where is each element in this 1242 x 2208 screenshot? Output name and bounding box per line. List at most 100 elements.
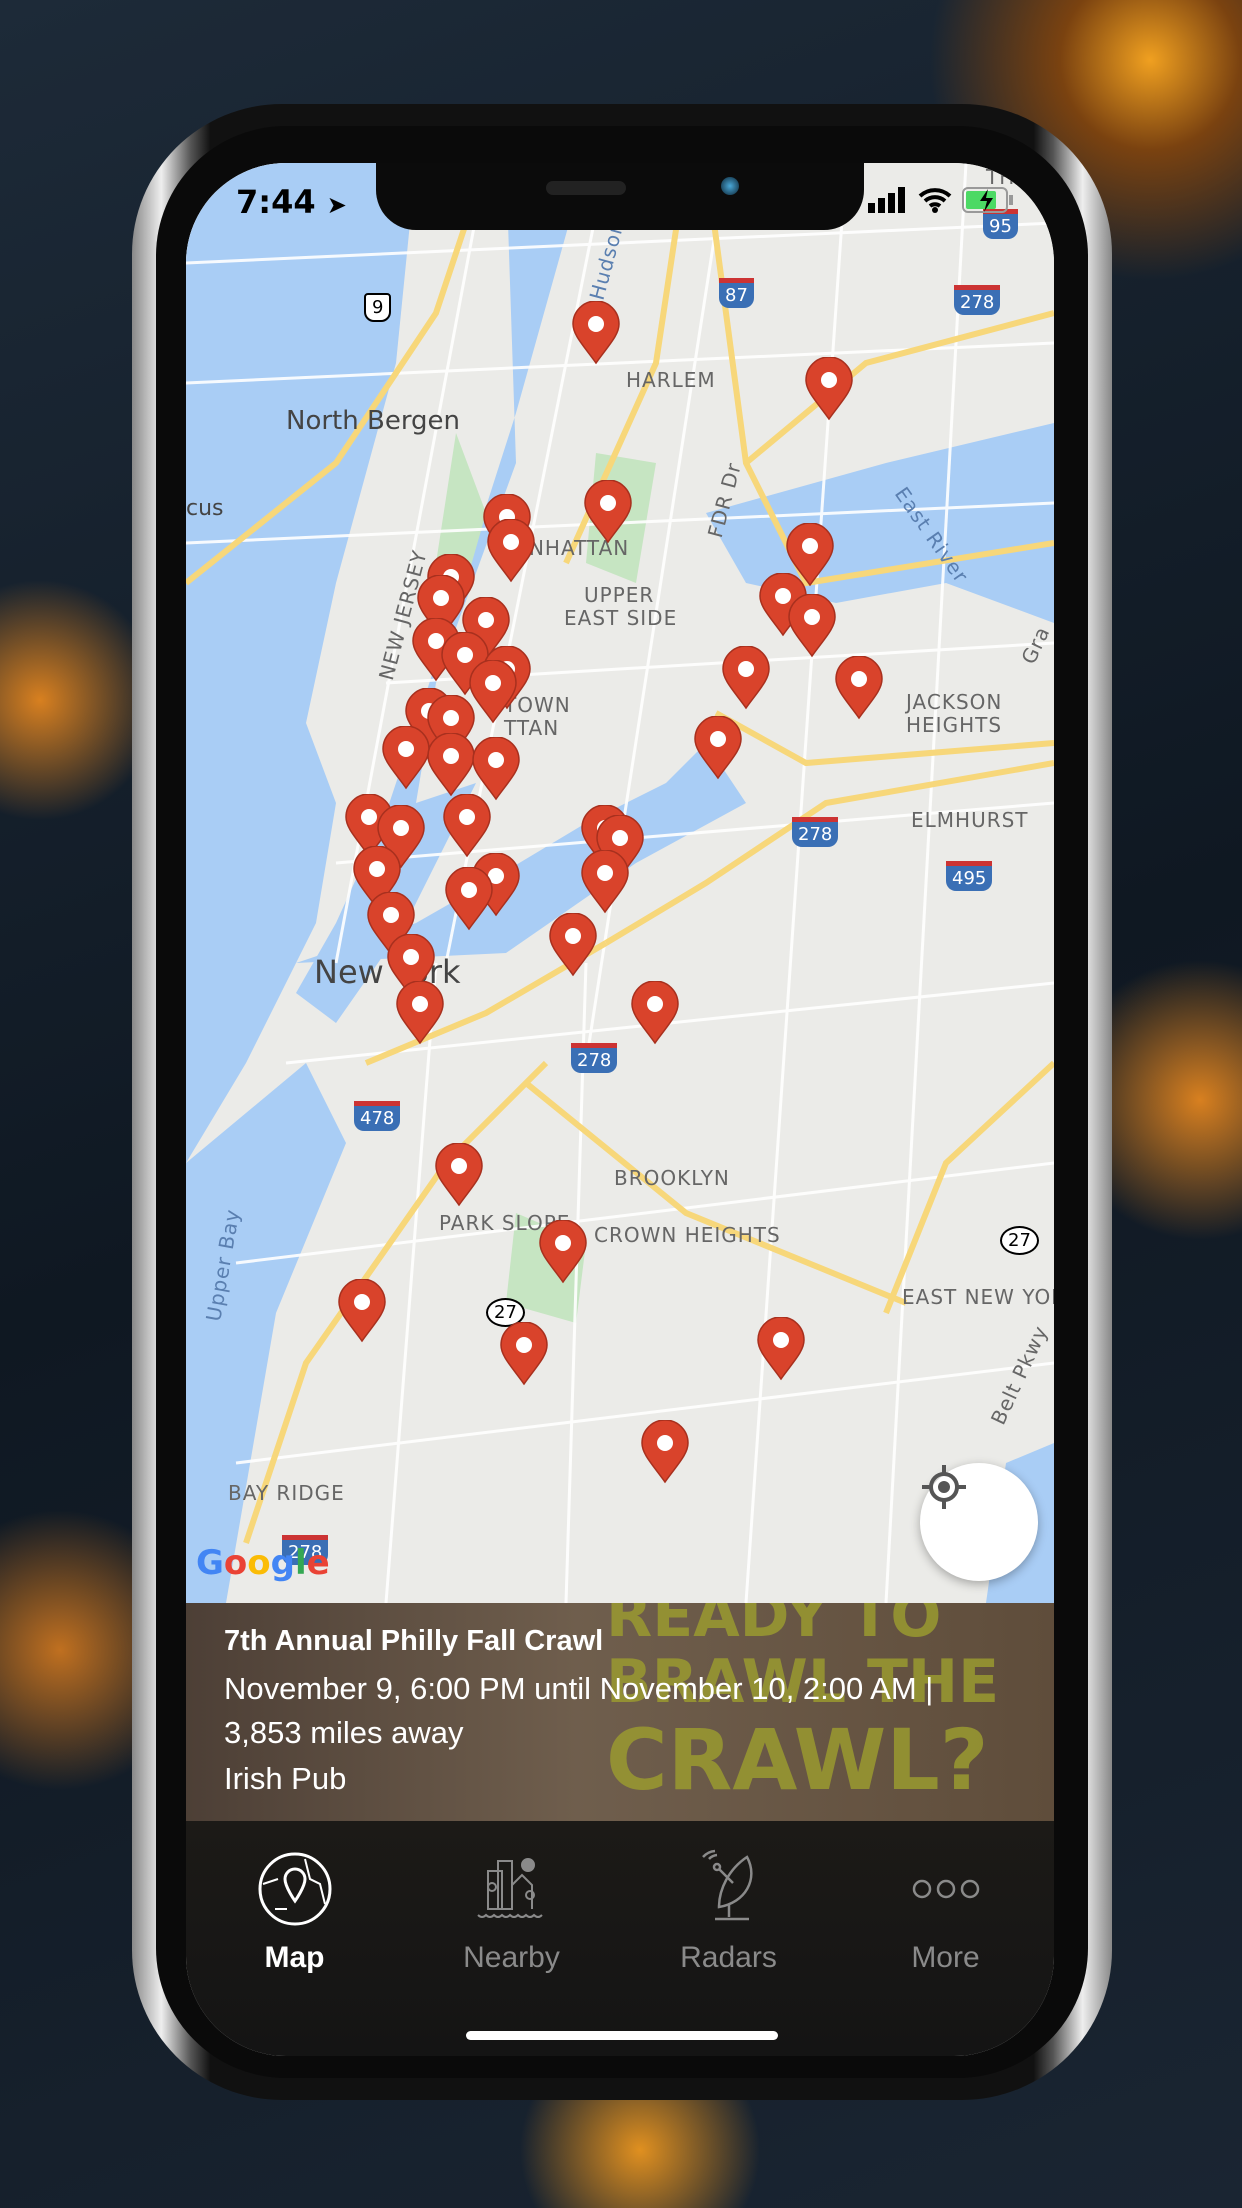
- map-pin-icon: [381, 726, 430, 790]
- map-pin[interactable]: [444, 866, 494, 931]
- map-pin-icon: [694, 716, 742, 780]
- map-pin-icon: [539, 1220, 587, 1284]
- shield-i87: 87: [719, 278, 754, 308]
- map-pin-globe-icon: [258, 1852, 331, 1926]
- wifi-icon: [918, 188, 952, 213]
- shield-i278-north: 278: [954, 285, 1001, 315]
- map-label-elmhurst: ELMHURST: [911, 808, 1029, 832]
- home-indicator[interactable]: [466, 2031, 778, 2040]
- map-pin[interactable]: [538, 1220, 588, 1284]
- tab-radars-label: Radars: [680, 1941, 777, 1974]
- event-card[interactable]: READY TO BRAWL THE CRAWL? 7th Annual Phill…: [186, 1603, 1054, 1821]
- map-pin[interactable]: [395, 980, 445, 1045]
- map-label-upper: UPPER: [584, 583, 655, 607]
- map-label-heights: HEIGHTS: [906, 713, 1003, 737]
- status-time: 7:44 ➤: [236, 183, 347, 221]
- banner-line-3: CRAWL?: [606, 1711, 989, 1809]
- map-pin-icon: [640, 1420, 689, 1484]
- map-pin-icon: [395, 980, 444, 1045]
- map-label-bay-ridge: BAY RIDGE: [228, 1481, 345, 1505]
- tab-more-label: More: [911, 1941, 980, 1974]
- map-pin-icon: [435, 1142, 483, 1207]
- banner-line-1: READY TO: [606, 1603, 942, 1651]
- map-pin[interactable]: [787, 593, 837, 658]
- battery-charging-icon: [962, 187, 1013, 213]
- map-pin-icon: [487, 519, 535, 583]
- map-view[interactable]: North Bergen HARLEM MANHATTAN UPPER EAST…: [186, 163, 1054, 1603]
- tab-map-label: Map: [264, 1941, 325, 1974]
- more-dots-icon: [912, 1879, 979, 1899]
- notch: [376, 163, 864, 230]
- map-pin-icon: [805, 357, 854, 421]
- time-text: 7:44: [236, 183, 316, 221]
- map-pin-icon: [788, 593, 837, 658]
- event-distance: 3,853 miles away: [224, 1715, 464, 1750]
- map-pin[interactable]: [834, 655, 884, 720]
- map-pin-icon: [426, 733, 475, 797]
- shield-us9: 9: [364, 293, 392, 322]
- map-pin[interactable]: [640, 1420, 690, 1484]
- google-logo: Google: [196, 1543, 330, 1583]
- map-pin[interactable]: [756, 1317, 806, 1381]
- shield-i495: 495: [946, 861, 993, 891]
- map-pin-icon: [571, 300, 620, 365]
- event-datetime: November 9, 6:00 PM until November 10, 2…: [224, 1671, 934, 1706]
- map-pin-icon: [471, 737, 520, 801]
- map-label-east-new-york: EAST NEW YOR: [902, 1285, 1054, 1309]
- map-pin[interactable]: [804, 357, 854, 421]
- tab-nearby-label: Nearby: [463, 1941, 560, 1974]
- map-pin-icon: [549, 913, 597, 977]
- map-pin-icon: [630, 980, 679, 1045]
- map-pin[interactable]: [337, 1279, 387, 1343]
- shield-ny27-east: 27: [1000, 1226, 1039, 1255]
- location-arrow-icon: ➤: [326, 191, 347, 219]
- map-label-north-bergen: North Bergen: [286, 406, 461, 436]
- map-pin-icon: [338, 1279, 386, 1343]
- map-pin-icon: [757, 1317, 806, 1381]
- map-pin-icon: [584, 479, 633, 543]
- map-pin[interactable]: [693, 716, 743, 780]
- map-label-cus: cus: [186, 496, 224, 521]
- tab-bar: Map Nearby Radars More: [186, 1821, 1054, 2056]
- map-pin[interactable]: [442, 793, 492, 858]
- shield-i95: 95: [983, 209, 1018, 239]
- map-pin[interactable]: [434, 1142, 484, 1207]
- map-pin[interactable]: [721, 645, 771, 710]
- map-pin-icon: [500, 1321, 548, 1385]
- event-title: 7th Annual Philly Fall Crawl: [224, 1625, 604, 1657]
- map-label-crown-heights: CROWN HEIGHTS: [594, 1223, 781, 1247]
- tab-map[interactable]: Map: [186, 1841, 403, 1981]
- map-pin[interactable]: [630, 980, 680, 1045]
- map-pin[interactable]: [471, 737, 521, 801]
- map-pin[interactable]: [580, 850, 630, 914]
- tab-radars[interactable]: Radars: [620, 1841, 837, 1981]
- map-pin-icon: [722, 645, 770, 710]
- map-label-brooklyn: BROOKLYN: [614, 1166, 730, 1190]
- map-label-jackson: JACKSON: [906, 690, 1003, 714]
- upper-bay: [186, 1063, 346, 1603]
- tab-nearby[interactable]: Nearby: [403, 1841, 620, 1981]
- map-pin-icon: [445, 866, 493, 931]
- map-pin[interactable]: [486, 519, 536, 583]
- map-pin-icon: [443, 793, 492, 857]
- map-pin[interactable]: [426, 733, 476, 797]
- map-pin[interactable]: [571, 300, 621, 365]
- map-pin[interactable]: [381, 726, 431, 790]
- city-buildings-icon: [476, 1858, 543, 1918]
- map-pin-icon: [835, 655, 883, 719]
- map-label-the: THE: [986, 165, 1029, 189]
- shield-i278-queens: 278: [792, 817, 839, 847]
- event-venue: Irish Pub: [224, 1761, 347, 1796]
- map-pin[interactable]: [499, 1321, 549, 1386]
- map-pin[interactable]: [548, 913, 598, 977]
- crosshair-icon: [922, 1465, 966, 1509]
- satellite-dish-icon: [701, 1849, 753, 1921]
- locate-me-button[interactable]: [920, 1463, 1038, 1581]
- status-icons: [868, 187, 1014, 213]
- tab-more[interactable]: More: [837, 1841, 1054, 1981]
- map-pin[interactable]: [583, 479, 633, 544]
- map-pin-icon: [581, 850, 630, 914]
- map-label-east-side: EAST SIDE: [564, 606, 678, 630]
- signal-bars-icon: [868, 187, 905, 213]
- app-screen: North Bergen HARLEM MANHATTAN UPPER EAST…: [186, 163, 1054, 2056]
